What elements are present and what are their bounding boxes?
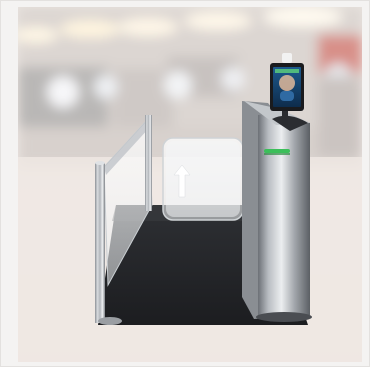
scene-illustration xyxy=(18,7,362,362)
left-front-post xyxy=(95,163,105,323)
turnstile-cabinet xyxy=(242,101,312,322)
status-light xyxy=(264,149,290,153)
left-rear-post xyxy=(145,115,152,211)
product-photo xyxy=(18,7,362,362)
image-frame xyxy=(0,0,370,367)
rear-gate-panel xyxy=(162,137,244,221)
